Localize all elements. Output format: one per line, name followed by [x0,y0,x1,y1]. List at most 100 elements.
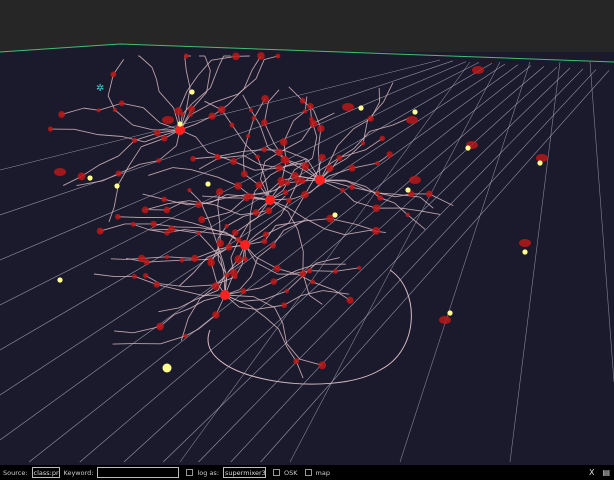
network-node [232,52,240,61]
network-node [230,158,238,165]
network-node [357,265,362,270]
network-node [217,106,226,114]
network-node [245,192,251,199]
network-node [225,243,233,251]
network-node [179,257,185,263]
network-node [114,213,121,220]
network-node [190,155,196,162]
network-edge [249,213,251,232]
network-node [336,154,343,161]
network-node [299,97,306,104]
highlight-point [177,121,183,127]
network-node [130,221,136,227]
hub-node [240,240,250,250]
network-node [188,112,193,118]
network-node [275,164,283,172]
particle-trail [162,116,174,124]
network-node [153,281,160,288]
network-node [240,170,248,178]
network-node [132,273,137,279]
network-node [211,282,220,290]
network-3d-view[interactable]: ✲ [0,0,614,465]
network-node [96,227,104,235]
network-node [293,358,300,365]
network-edge [309,270,336,272]
close-button[interactable]: X [589,468,594,477]
network-node [318,153,326,161]
network-node [372,204,381,212]
network-node [183,53,189,59]
keyword-input[interactable] [97,467,180,478]
network-node [255,154,260,160]
network-node [143,258,150,266]
highlight-point [332,212,338,218]
network-node [212,311,220,319]
highlight-point [537,160,543,166]
network-node [115,170,122,177]
network-node [372,226,381,235]
log-as-field[interactable]: supermixer30 [223,467,267,478]
network-node [379,135,386,142]
network-node [235,236,242,243]
network-node [348,164,356,172]
network-node [284,180,291,186]
network-node [275,148,284,157]
hub-node [265,195,275,205]
ground-plane [0,44,614,465]
bottom-toolbar: Source: class:prot Keyword: log as: supe… [0,465,614,480]
network-node [187,105,196,113]
log-as-checkbox[interactable] [186,469,194,476]
network-node [284,288,290,294]
network-node [216,239,225,248]
particle-trail [472,66,484,74]
particle-trail [342,103,354,111]
network-node [132,137,138,144]
network-node [375,190,381,196]
osk-checkbox[interactable] [273,469,281,476]
network-node [153,129,161,137]
menu-icon[interactable]: ▤ [602,468,610,477]
network-node [425,190,433,198]
network-node [208,257,213,262]
network-node [261,94,269,103]
highlight-point [205,181,211,187]
particle-trail [409,176,421,184]
highlight-point [189,89,195,95]
network-node [164,254,170,260]
network-node [270,278,278,285]
ground-grid [0,43,614,465]
map-checkbox[interactable] [304,469,312,476]
network-node [183,333,188,338]
network-node [58,111,66,118]
network-node [261,146,267,153]
network-node [326,164,334,172]
network-node [195,201,202,209]
network-node [198,216,206,224]
network-node [257,52,265,60]
cursor-marker: ✲ [96,83,104,94]
network-node [360,141,366,146]
network-node [275,53,281,59]
network-node [77,172,86,181]
network-node [317,124,325,133]
network-node [118,100,125,107]
network-node [340,187,346,193]
network-node [386,151,393,158]
osk-label: OSK [284,468,298,477]
network-node [196,231,201,236]
hub-node [315,175,325,185]
network-node [229,122,235,128]
network-node [349,184,355,190]
highlight-point [522,249,528,255]
network-node [377,195,384,201]
highlight-point [114,183,120,189]
source-field[interactable]: class:prot [31,467,60,478]
network-node [174,107,183,116]
network-node [232,274,238,280]
network-node [150,220,157,228]
network-node [164,229,170,236]
network-node [375,160,380,166]
network-node [143,272,149,279]
network-node [260,119,268,126]
network-node [224,223,229,229]
